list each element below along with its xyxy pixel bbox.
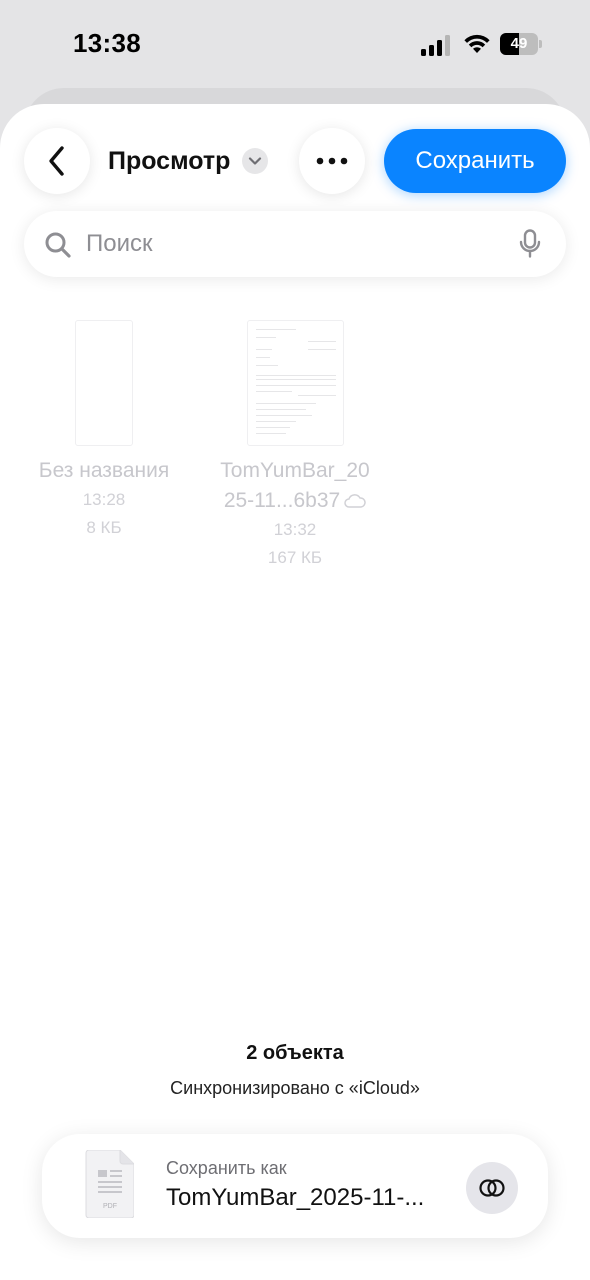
toolbar: Просмотр Сохранить	[0, 104, 590, 214]
signal-icon	[421, 35, 450, 56]
more-options-button[interactable]	[299, 128, 365, 194]
file-name: TomYumBar_20 25-11...6b37	[205, 456, 385, 516]
battery-text: 49	[510, 35, 528, 52]
file-size: 8 КБ	[86, 518, 122, 537]
pdf-file-icon: PDF	[85, 1150, 134, 1218]
save-as-label: Сохранить как	[166, 1158, 287, 1178]
file-size: 167 КБ	[267, 548, 323, 567]
file-name-line: TomYumBar_20	[220, 459, 370, 482]
view-mode-selector[interactable]: Просмотр	[108, 144, 269, 178]
chevron-down-icon	[242, 148, 269, 174]
item-count: 2 объекта	[246, 1042, 344, 1064]
options-toggle-button[interactable]	[466, 1162, 518, 1214]
chevron-left-icon	[49, 146, 64, 176]
file-thumbnail	[246, 320, 344, 446]
wifi-icon	[464, 34, 490, 53]
overlap-circles-icon	[479, 1179, 505, 1197]
file-picker-sheet: Просмотр Сохранить Поиск Без названия 13…	[0, 104, 590, 1280]
file-name-line-wrap: 25-11...6b37	[205, 486, 385, 516]
file-item[interactable]: TomYumBar_20 25-11...6b37 13:32 167 КБ	[205, 320, 385, 572]
ellipsis-icon	[316, 157, 348, 165]
status-bar: 13:38 49	[0, 0, 590, 88]
page-title: Просмотр	[108, 146, 231, 175]
save-button[interactable]: Сохранить	[384, 129, 566, 193]
search-bar[interactable]	[24, 211, 566, 277]
save-as-card[interactable]: PDF Сохранить как TomYumBar_2025-11-...	[42, 1134, 548, 1238]
cloud-icon	[344, 494, 366, 509]
file-time: 13:28	[82, 490, 126, 509]
file-name: Без названия	[38, 459, 170, 482]
file-item[interactable]: Без названия 13:28 8 КБ	[24, 320, 184, 542]
sync-status: Синхронизировано с «iCloud»	[170, 1078, 420, 1098]
battery-icon: 49	[500, 33, 542, 55]
search-input[interactable]	[84, 211, 504, 277]
battery-body: 49	[500, 33, 538, 55]
file-thumbnail	[75, 320, 133, 446]
status-time: 13:38	[73, 28, 141, 58]
battery-cap	[539, 40, 542, 48]
search-icon	[45, 232, 71, 258]
back-button[interactable]	[24, 128, 90, 194]
microphone-icon[interactable]	[519, 229, 541, 259]
file-name-line: 25-11...6b37	[223, 489, 341, 512]
pdf-label: PDF	[103, 1203, 117, 1210]
save-as-filename[interactable]: TomYumBar_2025-11-...	[166, 1184, 448, 1212]
file-time: 13:32	[273, 520, 317, 539]
